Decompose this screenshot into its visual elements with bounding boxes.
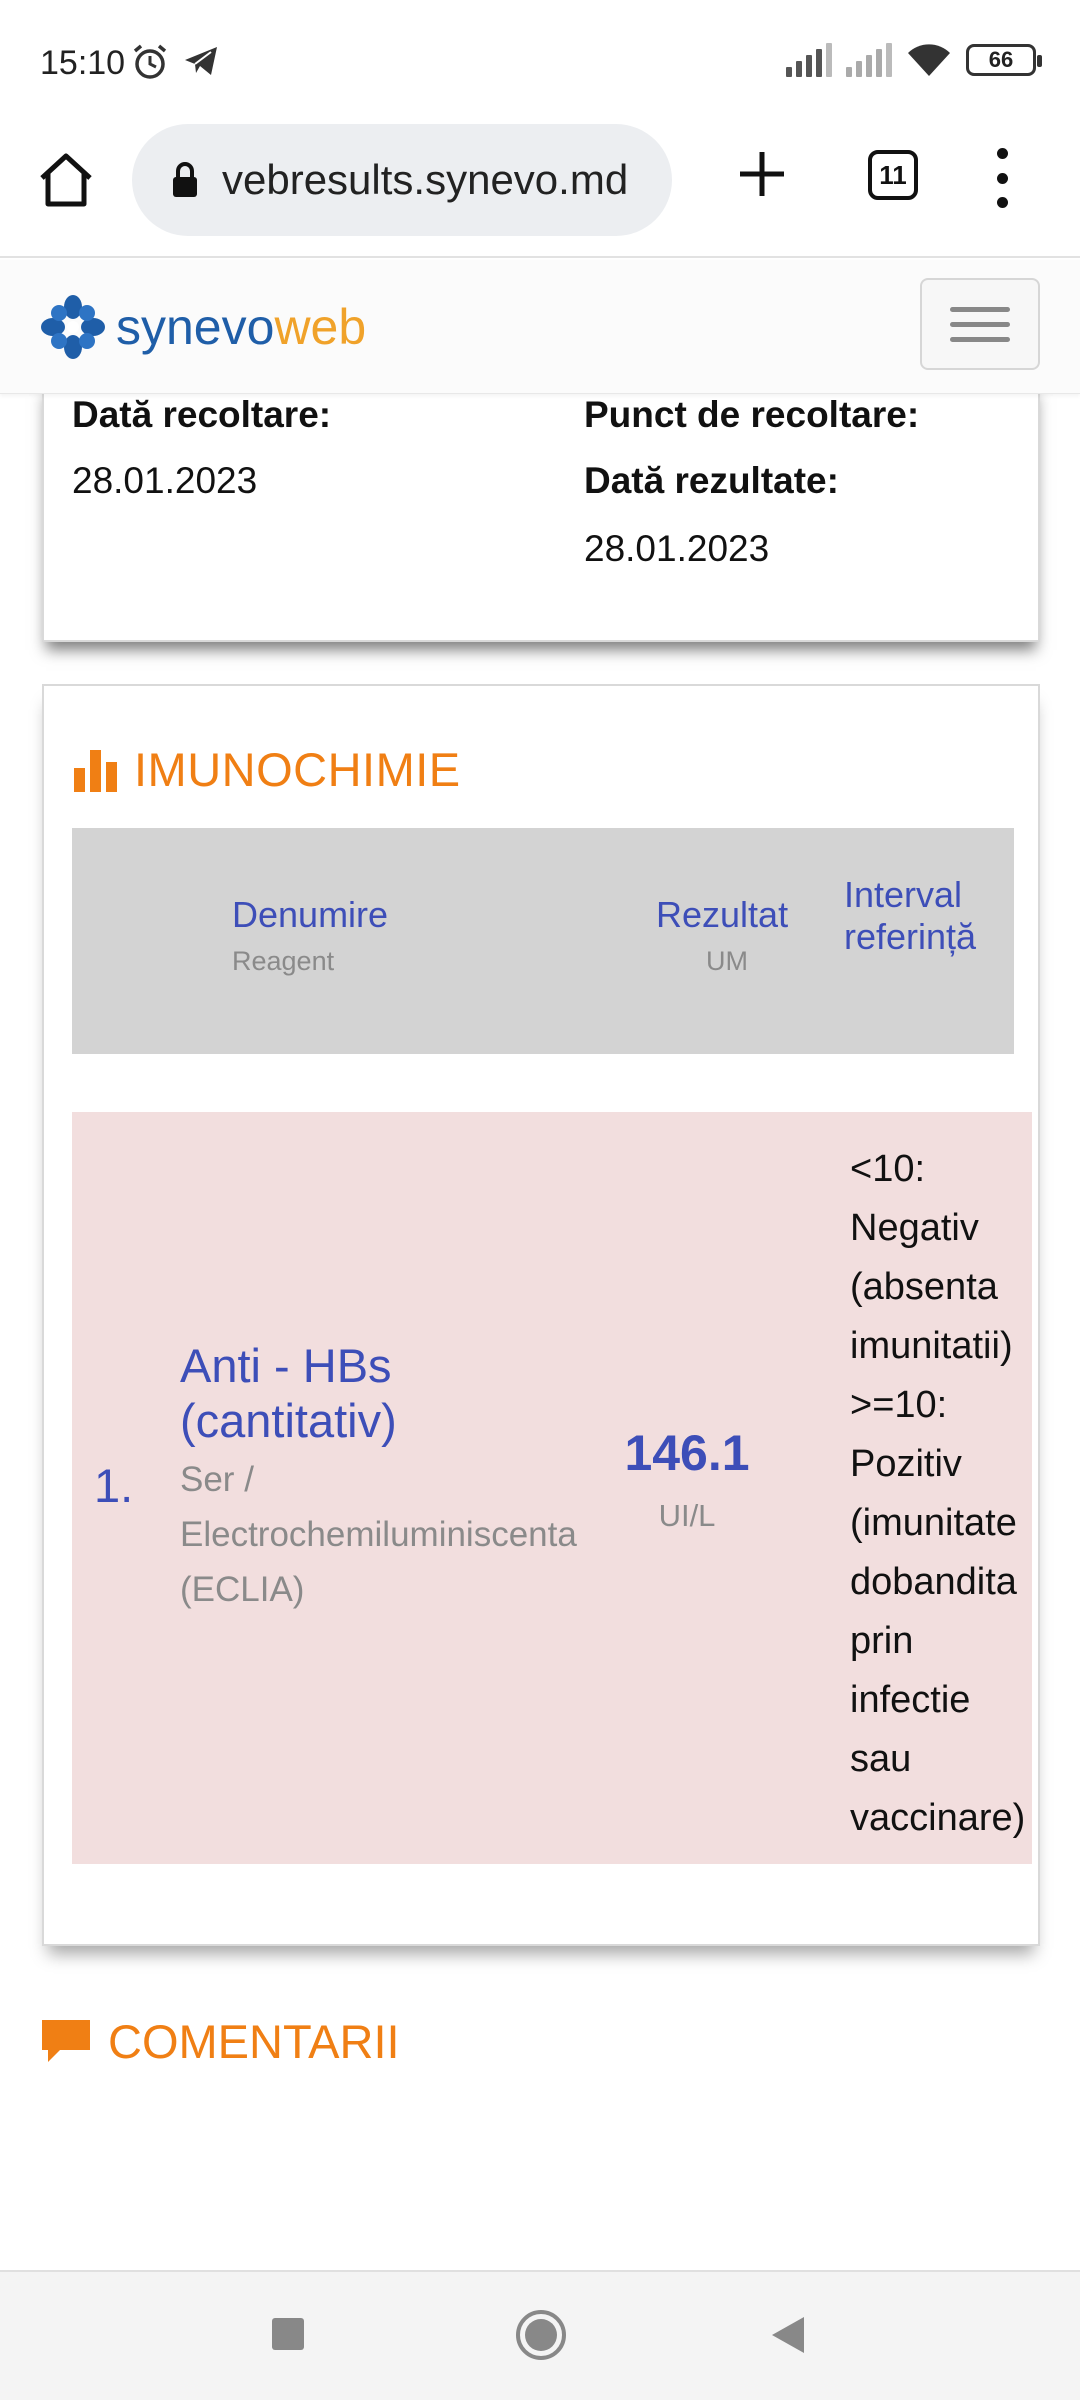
ref-line: Negativ	[850, 1207, 979, 1249]
date-results-label: Dată rezultate:	[584, 460, 839, 501]
result-value: 146.1	[624, 1425, 750, 1481]
home-icon[interactable]	[36, 148, 96, 212]
section-title-comentarii: COMENTARII	[40, 2014, 400, 2069]
signal-sim2-icon	[846, 43, 892, 77]
ref-line: dobandita	[850, 1561, 1017, 1603]
logo-text-synevo: synevo	[116, 299, 275, 355]
ref-line: Pozitiv	[850, 1443, 962, 1485]
signal-sim1-icon	[786, 43, 832, 77]
test-name-link[interactable]: Anti - HBs (cantitativ)	[180, 1338, 620, 1448]
date-results-value: 28.01.2023	[584, 528, 770, 569]
site-header: synevoweb	[0, 260, 1080, 394]
header-ref-line2: referință	[844, 916, 977, 957]
test-name-line1: Anti - HBs	[180, 1339, 392, 1392]
header-result: Rezultat	[656, 894, 789, 935]
order-info-card: Dată recoltare: 28.01.2023 Punct de reco…	[42, 380, 1040, 642]
browser-menu-icon[interactable]	[990, 148, 1014, 208]
ref-line: (imunitate	[850, 1502, 1017, 1544]
ref-line: sau	[850, 1738, 912, 1780]
results-table-header: Denumire Reagent Rezultat UM Interval re…	[72, 828, 1014, 1054]
system-navigation-bar	[0, 2270, 1080, 2400]
url-text: vebresults.synevo.md	[222, 156, 629, 203]
reference-interval: <10: Negativ (absenta imunitatii) >=10: …	[850, 1140, 1030, 1848]
test-method: Ser / Electrochemiluminiscenta (ECLIA)	[180, 1452, 620, 1617]
telegram-icon	[185, 47, 217, 75]
logo-text-web: web	[274, 299, 367, 355]
alarm-clock-icon	[133, 44, 167, 79]
logo-text: synevoweb	[116, 298, 366, 356]
ref-line: vaccinare)	[850, 1797, 1026, 1839]
ref-line: infectie	[850, 1679, 971, 1721]
back-triangle-icon[interactable]	[768, 2314, 808, 2356]
ref-line: (absenta	[850, 1266, 998, 1308]
test-name-line2: (cantitativ)	[180, 1394, 397, 1447]
header-result-sub: UM	[706, 946, 748, 976]
synevo-logo[interactable]: synevoweb	[40, 294, 366, 360]
lock-icon	[173, 162, 197, 197]
synevo-flower-icon	[41, 295, 105, 359]
new-tab-icon[interactable]	[730, 142, 794, 206]
test-method-line2: Electrochemiluminiscenta	[180, 1515, 577, 1554]
table-row: 1. Anti - HBs (cantitativ) Ser / Electro…	[72, 1112, 1032, 1864]
ref-line: imunitatii)	[850, 1325, 1013, 1367]
section-title-text: IMUNOCHIMIE	[134, 743, 461, 796]
comments-title-text: COMENTARII	[108, 2015, 400, 2068]
browser-toolbar: vebresults.synevo.md 11	[0, 120, 1080, 258]
ref-line: prin	[850, 1620, 914, 1662]
header-ref-line1: Interval	[844, 874, 963, 915]
wifi-icon	[908, 44, 950, 76]
test-method-line3: (ECLIA)	[180, 1570, 305, 1609]
ref-line: <10:	[850, 1148, 926, 1190]
bar-chart-icon	[74, 749, 117, 792]
header-name-sub: Reagent	[232, 946, 335, 976]
hamburger-menu-button[interactable]	[920, 278, 1040, 370]
status-bar: 15:10 66	[0, 0, 1080, 120]
tab-switcher-button[interactable]: 11	[868, 150, 918, 200]
collection-point-label: Punct de recoltare:	[584, 394, 920, 435]
status-system-icons: 66	[786, 42, 1042, 78]
comment-icon	[42, 2019, 90, 2062]
section-title-imunochimie: IMUNOCHIMIE	[72, 742, 461, 797]
ref-line: >=10:	[850, 1384, 948, 1426]
battery-icon: 66	[966, 44, 1042, 76]
result-unit: UI/L	[658, 1498, 716, 1533]
date-collected-value: 28.01.2023	[72, 460, 258, 501]
test-method-line1: Ser /	[180, 1460, 254, 1499]
home-circle-icon[interactable]	[514, 2308, 568, 2362]
recents-square-icon[interactable]	[268, 2314, 308, 2354]
status-notifications	[130, 42, 220, 82]
row-index: 1.	[94, 1459, 134, 1512]
address-bar[interactable]: vebresults.synevo.md	[132, 124, 672, 236]
date-collected-label: Dată recoltare:	[72, 394, 332, 435]
results-card: IMUNOCHIMIE Denumire Reagent Rezultat UM…	[42, 684, 1040, 1946]
status-time: 15:10	[40, 44, 126, 82]
header-name: Denumire	[232, 894, 389, 935]
